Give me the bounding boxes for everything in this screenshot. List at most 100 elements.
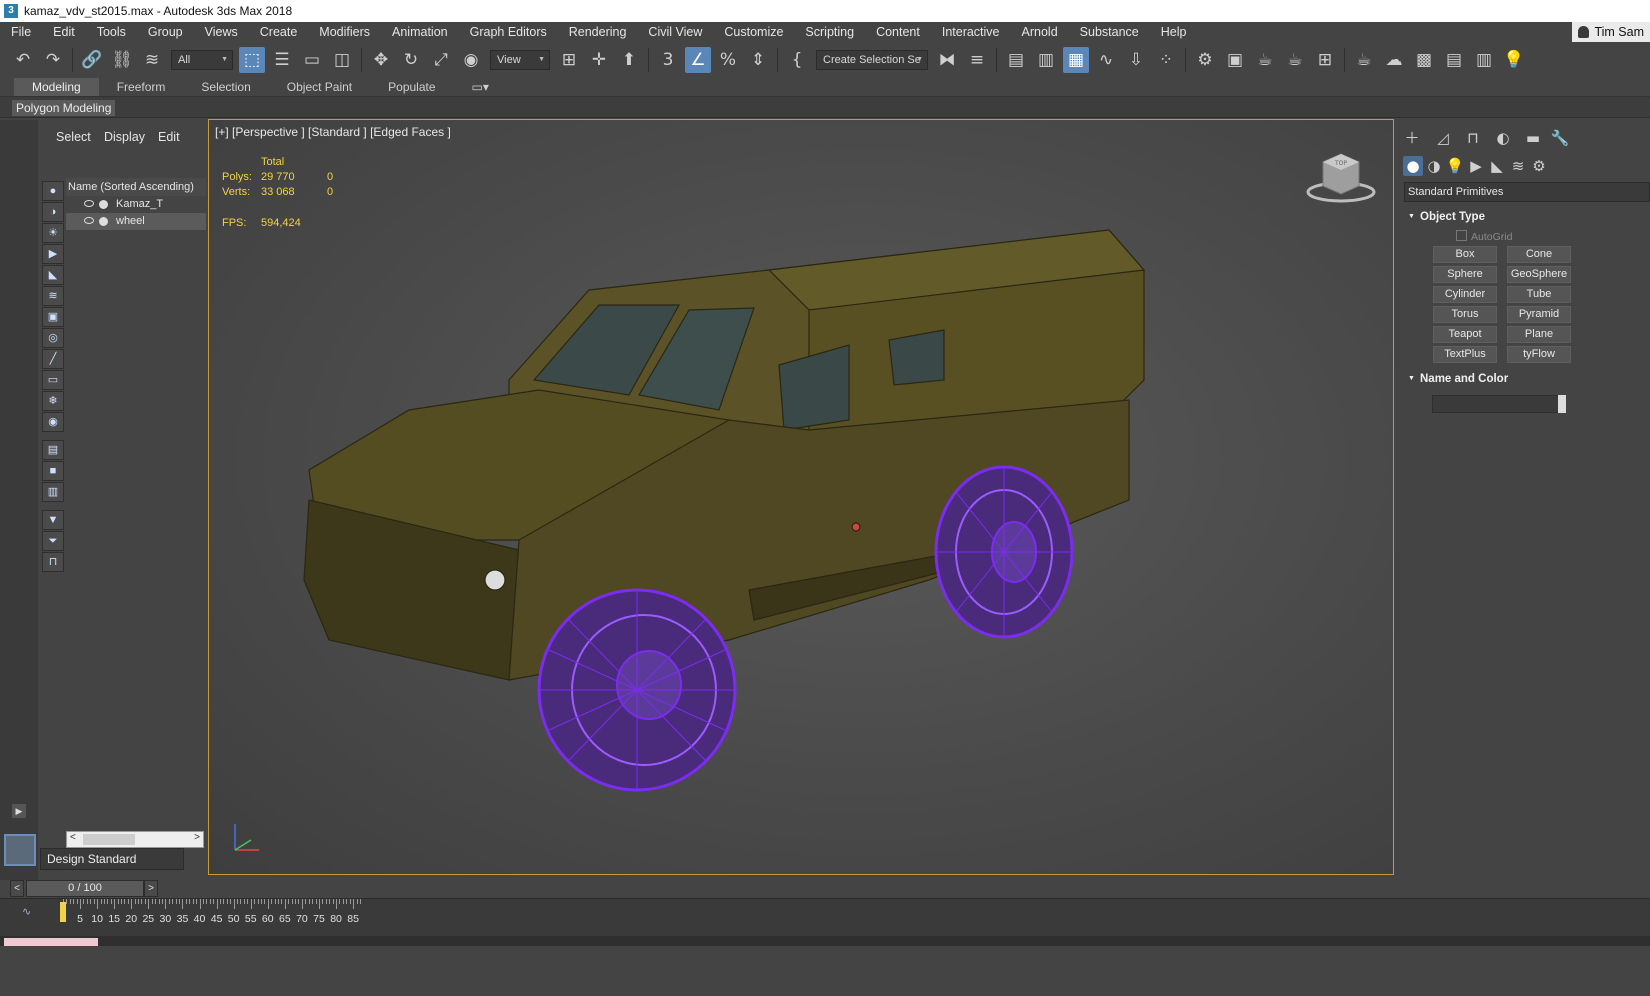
helpers-filter-icon[interactable]: ◣ bbox=[42, 265, 64, 285]
render-frame-icon[interactable]: ▥ bbox=[1471, 47, 1497, 73]
cameras-filter-icon[interactable]: ▶ bbox=[42, 244, 64, 264]
menu-scripting[interactable]: Scripting bbox=[794, 22, 865, 42]
layer-explorer-icon[interactable]: ▥ bbox=[1033, 47, 1059, 73]
named-selection-dropdown[interactable]: Create Selection Se bbox=[816, 50, 928, 70]
plane-button[interactable]: Plane bbox=[1507, 326, 1571, 343]
primitive-category-dropdown[interactable]: Standard Primitives bbox=[1404, 182, 1650, 202]
tab-populate[interactable]: Populate bbox=[370, 78, 453, 96]
shapes-category-icon[interactable]: ◑ bbox=[1424, 156, 1444, 176]
geosphere-button[interactable]: GeoSphere bbox=[1507, 266, 1571, 283]
select-by-name-icon[interactable]: ☰ bbox=[269, 47, 295, 73]
scene-row-wheel[interactable]: wheel bbox=[66, 213, 206, 230]
scroll-left-icon[interactable]: < bbox=[70, 832, 76, 843]
menu-rendering[interactable]: Rendering bbox=[558, 22, 638, 42]
workspace-selector[interactable]: Design Standard bbox=[40, 848, 184, 870]
toggle-ribbon-icon[interactable]: ▦ bbox=[1063, 47, 1089, 73]
space-warps-filter-icon[interactable]: ≋ bbox=[42, 286, 64, 306]
select-object-icon[interactable]: ⬚ bbox=[239, 47, 265, 73]
unlink-icon[interactable]: ⛓ bbox=[109, 47, 135, 73]
front-wheel-wireframe[interactable] bbox=[537, 588, 737, 792]
object-color-swatch[interactable] bbox=[1558, 395, 1566, 413]
helpers-category-icon[interactable]: ◣ bbox=[1487, 156, 1507, 176]
scene-horizontal-scrollbar[interactable]: < > bbox=[66, 831, 204, 848]
redo-icon[interactable]: ↷ bbox=[40, 47, 66, 73]
align-icon[interactable]: ≡ bbox=[964, 47, 990, 73]
ribbon-options-icon[interactable]: ▭▾ bbox=[454, 78, 507, 96]
scroll-thumb[interactable] bbox=[83, 834, 135, 845]
display-all-icon[interactable]: ▤ bbox=[42, 440, 64, 460]
angle-snap-icon[interactable]: ∠ bbox=[685, 47, 711, 73]
scene-tab-display[interactable]: Display bbox=[104, 130, 145, 144]
kamaz-vehicle-model[interactable] bbox=[209, 120, 1394, 875]
name-column-header[interactable]: Name (Sorted Ascending) bbox=[66, 178, 206, 196]
scene-tab-select[interactable]: Select bbox=[56, 130, 91, 144]
time-slider[interactable]: 0 / 100 bbox=[26, 880, 144, 897]
window-crossing-icon[interactable]: ◫ bbox=[329, 47, 355, 73]
tyflow-button[interactable]: tyFlow bbox=[1507, 346, 1571, 363]
display-none-icon[interactable]: ■ bbox=[42, 461, 64, 481]
render-grid-icon[interactable]: ⊞ bbox=[1312, 47, 1338, 73]
object-name-field[interactable] bbox=[1432, 395, 1562, 413]
create-tab-icon[interactable]: ＋ bbox=[1402, 128, 1422, 148]
groups-filter-icon[interactable]: ▣ bbox=[42, 307, 64, 327]
xrefs-filter-icon[interactable]: ◎ bbox=[42, 328, 64, 348]
curve-editor-icon[interactable]: ∿ bbox=[1093, 47, 1119, 73]
time-next-button[interactable]: > bbox=[144, 880, 158, 897]
render-setup-icon[interactable]: ⚙ bbox=[1192, 47, 1218, 73]
bind-space-warp-icon[interactable]: ≋ bbox=[139, 47, 165, 73]
renderable-icon[interactable] bbox=[99, 217, 108, 226]
menu-file[interactable]: File bbox=[0, 22, 42, 42]
rendered-frame-window-icon[interactable]: ▣ bbox=[1222, 47, 1248, 73]
user-account-button[interactable]: Tim Sam bbox=[1572, 22, 1650, 42]
space-warps-category-icon[interactable]: ≋ bbox=[1508, 156, 1528, 176]
menu-animation[interactable]: Animation bbox=[381, 22, 459, 42]
time-playhead[interactable] bbox=[60, 902, 66, 922]
rear-wheel-wireframe[interactable] bbox=[934, 465, 1074, 639]
render-iterative-icon[interactable]: ☕ bbox=[1282, 47, 1308, 73]
layer-icon[interactable]: ⊓ bbox=[42, 552, 64, 572]
filter-icon[interactable]: ▼ bbox=[42, 510, 64, 530]
keyboard-shortcut-icon[interactable]: ⬆ bbox=[616, 47, 642, 73]
move-icon[interactable]: ✥ bbox=[368, 47, 394, 73]
motion-tab-icon[interactable]: ◐ bbox=[1493, 128, 1513, 148]
hierarchy-tab-icon[interactable]: ⊓ bbox=[1463, 128, 1483, 148]
pivot-center-icon[interactable]: ⊞ bbox=[556, 47, 582, 73]
pyramid-button[interactable]: Pyramid bbox=[1507, 306, 1571, 323]
select-manipulate-icon[interactable]: ✛ bbox=[586, 47, 612, 73]
schematic-view-icon[interactable]: ⇩ bbox=[1123, 47, 1149, 73]
cameras-category-icon[interactable]: ▶ bbox=[1466, 156, 1486, 176]
box-button[interactable]: Box bbox=[1433, 246, 1497, 263]
expand-arrow-icon[interactable]: ▶ bbox=[12, 804, 26, 818]
rectangular-selection-icon[interactable]: ▭ bbox=[299, 47, 325, 73]
invert-display-icon[interactable]: ▥ bbox=[42, 482, 64, 502]
display-tab-icon[interactable]: ▬ bbox=[1523, 128, 1543, 148]
lights-category-icon[interactable]: 💡 bbox=[1445, 156, 1465, 176]
time-prev-button[interactable]: < bbox=[10, 880, 24, 897]
polygon-modeling-button[interactable]: Polygon Modeling bbox=[12, 100, 116, 116]
edit-named-selection-icon[interactable]: { bbox=[784, 47, 810, 73]
menu-arnold[interactable]: Arnold bbox=[1011, 22, 1069, 42]
render-to-texture-icon[interactable]: ▩ bbox=[1411, 47, 1437, 73]
teapot-button[interactable]: Teapot bbox=[1433, 326, 1497, 343]
menu-substance[interactable]: Substance bbox=[1069, 22, 1150, 42]
menu-group[interactable]: Group bbox=[137, 22, 194, 42]
material-editor-icon[interactable]: ⁘ bbox=[1153, 47, 1179, 73]
visibility-eye-icon[interactable] bbox=[84, 200, 94, 207]
shapes-filter-icon[interactable]: ◑ bbox=[42, 202, 64, 222]
frozen-filter-icon[interactable]: ❄ bbox=[42, 391, 64, 411]
sphere-button[interactable]: Sphere bbox=[1433, 266, 1497, 283]
menu-help[interactable]: Help bbox=[1150, 22, 1198, 42]
curve-editor-mini-icon[interactable]: ∿ bbox=[22, 905, 31, 918]
geometry-category-icon[interactable]: ● bbox=[1403, 156, 1423, 176]
cloud-render-icon[interactable]: ☁ bbox=[1381, 47, 1407, 73]
percent-snap-icon[interactable]: % bbox=[715, 47, 741, 73]
mirror-icon[interactable]: ⧓ bbox=[934, 47, 960, 73]
menu-create[interactable]: Create bbox=[249, 22, 309, 42]
scale-icon[interactable]: ⤢ bbox=[428, 47, 454, 73]
scene-tab-edit[interactable]: Edit bbox=[158, 130, 180, 144]
menu-modifiers[interactable]: Modifiers bbox=[308, 22, 381, 42]
tab-modeling[interactable]: Modeling bbox=[14, 78, 99, 96]
hidden-filter-icon[interactable]: ◉ bbox=[42, 412, 64, 432]
visibility-eye-icon[interactable] bbox=[84, 217, 94, 224]
menu-civil-view[interactable]: Civil View bbox=[637, 22, 713, 42]
